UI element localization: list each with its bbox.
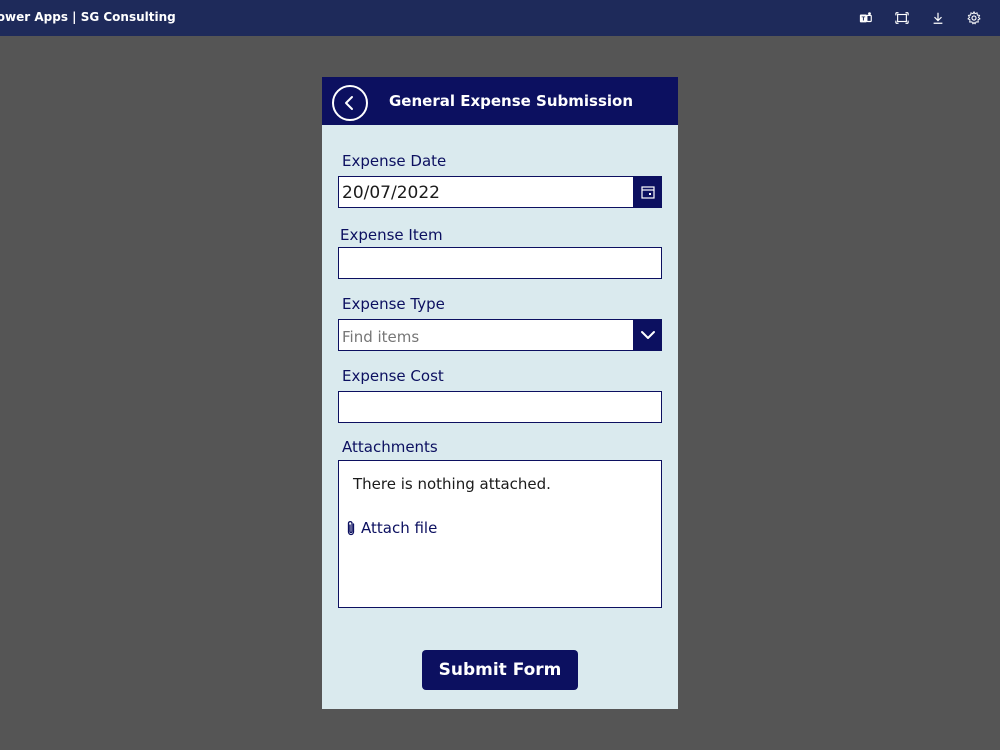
chevron-left-icon xyxy=(345,96,353,110)
expense-date-value: 20/07/2022 xyxy=(342,183,440,203)
teams-icon[interactable]: T xyxy=(858,9,874,27)
expense-type-dropdown-button[interactable] xyxy=(633,319,662,351)
paperclip-icon xyxy=(347,521,355,536)
chevron-down-icon xyxy=(640,331,655,339)
attachments-label: Attachments xyxy=(342,438,438,456)
top-bar: Power Apps | SG Consulting T xyxy=(0,0,1000,36)
attachments-control: There is nothing attached. Attach file xyxy=(338,460,662,608)
calendar-button[interactable] xyxy=(633,176,662,208)
expense-item-text[interactable] xyxy=(339,248,661,278)
attach-file-button[interactable]: Attach file xyxy=(345,519,437,537)
settings-icon[interactable] xyxy=(966,9,982,27)
attach-file-label: Attach file xyxy=(361,519,438,537)
download-icon[interactable] xyxy=(930,9,946,27)
expense-date-label: Expense Date xyxy=(342,152,447,170)
attachments-empty-text: There is nothing attached. xyxy=(353,475,551,493)
app-breadcrumb-text: Power Apps | SG Consulting xyxy=(0,10,176,24)
expense-cost-input[interactable] xyxy=(338,391,662,423)
expense-type-combobox[interactable]: Find items xyxy=(338,319,662,351)
expense-type-placeholder: Find items xyxy=(342,328,420,346)
page-title: General Expense Submission xyxy=(389,92,634,110)
app-breadcrumb: Power Apps | SG Consulting xyxy=(0,10,200,26)
expense-form-app: General Expense Submission Expense Date … xyxy=(322,77,678,709)
fit-screen-icon[interactable] xyxy=(894,9,910,27)
topbar-icons: T xyxy=(858,9,982,27)
expense-item-label: Expense Item xyxy=(340,226,443,244)
expense-cost-text[interactable] xyxy=(339,392,661,422)
submit-form-button[interactable]: Submit Form xyxy=(422,650,578,690)
expense-item-input[interactable] xyxy=(338,247,662,279)
expense-type-label: Expense Type xyxy=(342,295,445,313)
calendar-icon xyxy=(640,186,655,199)
expense-cost-label: Expense Cost xyxy=(342,367,444,385)
app-header: General Expense Submission xyxy=(322,77,678,125)
svg-text:T: T xyxy=(862,17,866,23)
back-button[interactable] xyxy=(332,85,368,121)
expense-date-picker[interactable]: 20/07/2022 xyxy=(338,176,662,208)
